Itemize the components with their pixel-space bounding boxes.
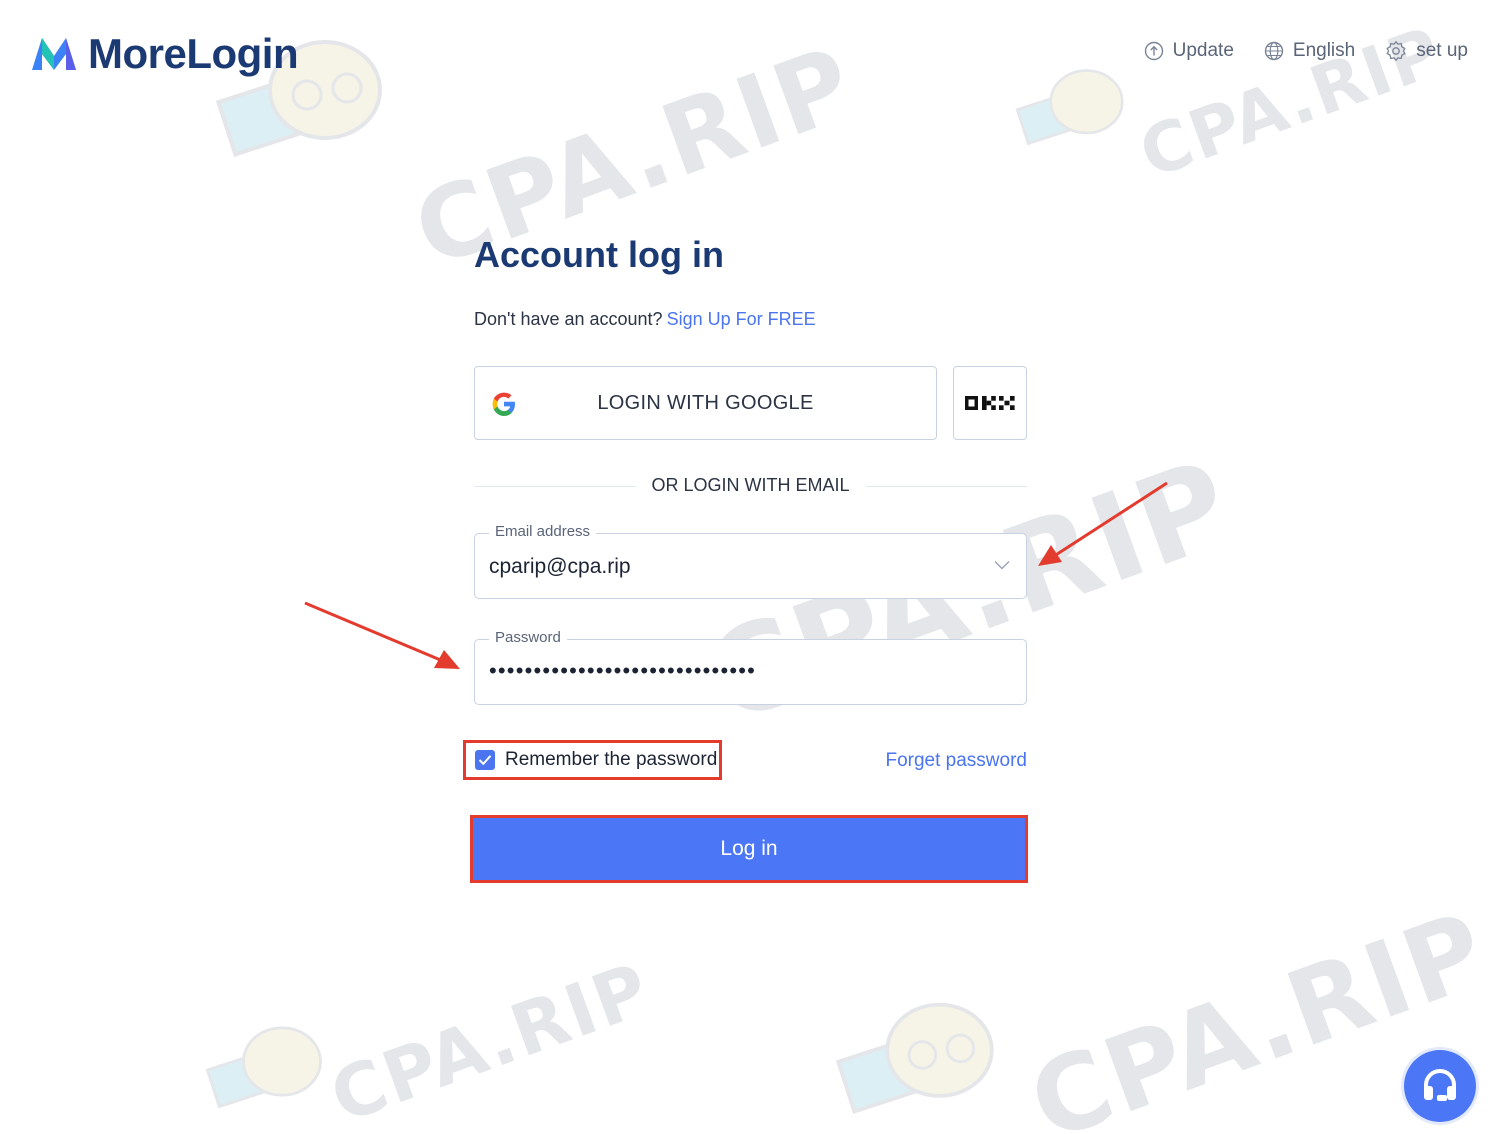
- nav-settings[interactable]: set up: [1385, 40, 1468, 62]
- login-button[interactable]: Log in: [470, 815, 1028, 883]
- watermark-text: CPA.RIP: [320, 946, 662, 1134]
- globe-icon: [1264, 41, 1284, 61]
- login-button-label: Log in: [720, 837, 778, 860]
- annotation-arrow-icon: [304, 601, 460, 669]
- password-field[interactable]: Password ••••••••••••••••••••••••••••••: [474, 629, 1027, 705]
- okx-icon: [965, 396, 1015, 410]
- divider: OR LOGIN WITH EMAIL: [474, 475, 1027, 497]
- remember-password: Remember the password: [463, 740, 722, 780]
- gear-icon: [1386, 40, 1406, 62]
- google-login-button[interactable]: LOGIN WITH GOOGLE: [474, 366, 937, 440]
- remember-checkbox[interactable]: [475, 750, 495, 770]
- watermark-skull-icon: [835, 1002, 994, 1114]
- top-nav: Update English set up: [1144, 40, 1468, 62]
- headset-icon: [1424, 1068, 1456, 1101]
- morelogin-logo-icon: [32, 38, 76, 70]
- signup-prompt-text: Don't have an account?: [474, 309, 663, 329]
- watermark: [205, 1010, 345, 1125]
- watermark: [835, 980, 1025, 1134]
- watermark-skull-icon: [205, 1026, 322, 1109]
- okx-login-button[interactable]: [953, 366, 1027, 440]
- divider-label: OR LOGIN WITH EMAIL: [635, 475, 866, 496]
- remember-label: Remember the password: [505, 749, 718, 770]
- annotation-arrow-icon: [1038, 481, 1168, 566]
- nav-update[interactable]: Update: [1144, 40, 1234, 62]
- email-input[interactable]: [489, 555, 969, 579]
- app-logo[interactable]: MoreLogin: [30, 30, 299, 78]
- update-icon: [1144, 41, 1163, 61]
- nav-language-label: English: [1292, 40, 1356, 61]
- signup-link[interactable]: Sign Up For FREE: [667, 309, 816, 329]
- password-label: Password: [489, 629, 567, 646]
- brand-name: MoreLogin: [88, 30, 299, 77]
- support-chat-button[interactable]: [1404, 1050, 1476, 1122]
- nav-update-label: Update: [1172, 40, 1234, 61]
- check-icon: [478, 755, 492, 766]
- nav-settings-label: set up: [1416, 40, 1468, 61]
- signup-prompt: Don't have an account? Sign Up For FREE: [474, 309, 816, 330]
- chevron-down-icon[interactable]: [994, 560, 1010, 570]
- page-title: Account log in: [474, 234, 724, 275]
- watermark-skull-icon: [1015, 69, 1124, 146]
- forget-password-link[interactable]: Forget password: [885, 750, 1027, 772]
- email-label: Email address: [489, 523, 597, 540]
- google-login-label: LOGIN WITH GOOGLE: [597, 391, 814, 414]
- watermark: [1015, 40, 1145, 175]
- nav-language[interactable]: English: [1264, 40, 1355, 62]
- google-icon: [492, 392, 515, 416]
- password-input[interactable]: ••••••••••••••••••••••••••••••: [489, 658, 756, 684]
- email-field[interactable]: Email address: [474, 523, 1027, 599]
